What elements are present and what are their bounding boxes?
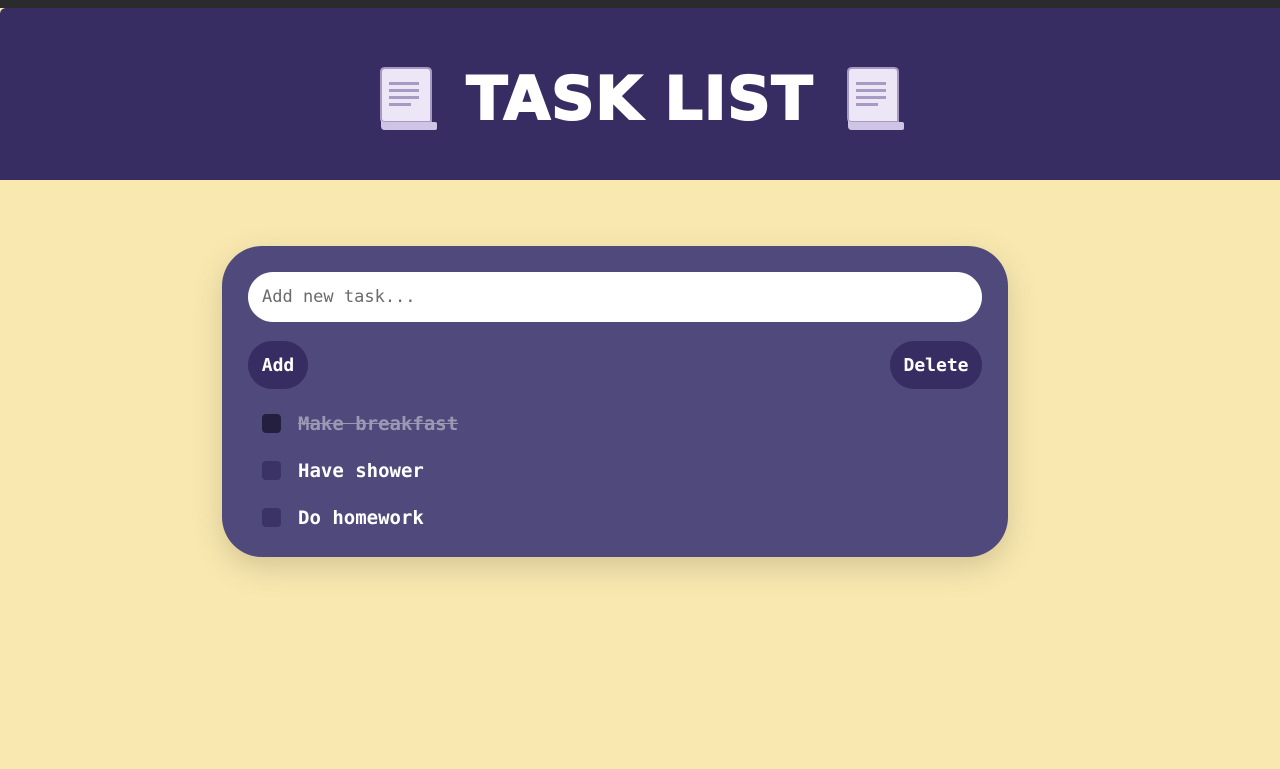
add-button[interactable]: Add <box>248 341 308 389</box>
window-top-bar <box>0 0 1280 8</box>
task-item[interactable]: Have shower <box>262 447 962 494</box>
task-label: Make breakfast <box>298 412 459 435</box>
page-title: TASK LIST <box>0 54 1280 144</box>
task-label: Do homework <box>298 506 424 529</box>
task-checkbox[interactable] <box>262 508 281 527</box>
task-card: Add Delete Make breakfast Have shower Do… <box>222 246 1008 557</box>
task-checkbox[interactable] <box>262 461 281 480</box>
task-list: Make breakfast Have shower Do homework <box>262 400 962 549</box>
task-item[interactable]: Make breakfast <box>262 400 962 447</box>
app-title: TASK LIST <box>466 64 814 134</box>
scroll-icon <box>377 66 437 132</box>
task-item[interactable]: Do homework <box>262 494 962 541</box>
scroll-icon <box>844 66 904 132</box>
task-label: Have shower <box>298 459 424 482</box>
new-task-input[interactable] <box>248 272 982 322</box>
task-checkbox[interactable] <box>262 414 281 433</box>
page-header: TASK LIST <box>0 8 1280 180</box>
delete-button[interactable]: Delete <box>890 341 982 389</box>
